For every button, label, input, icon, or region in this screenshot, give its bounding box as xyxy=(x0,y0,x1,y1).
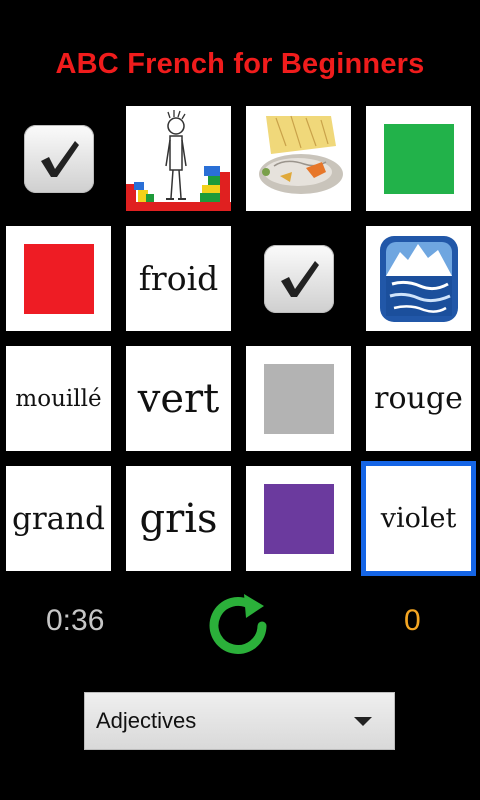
restart-button[interactable] xyxy=(208,592,272,656)
tile-word: gris xyxy=(139,495,218,542)
tile-word-mouille[interactable]: mouillé xyxy=(6,346,111,451)
tile-picture-tall[interactable] xyxy=(126,106,231,211)
refresh-icon xyxy=(209,594,267,654)
gray-swatch xyxy=(263,363,334,434)
checkmark-icon xyxy=(23,124,94,193)
stick-figure-with-blocks-icon xyxy=(126,110,231,211)
tile-word: froid xyxy=(138,259,219,298)
dropdown-arrow-icon xyxy=(354,716,372,726)
tile-word-vert[interactable]: vert xyxy=(126,346,231,451)
category-selected-label: Adjectives xyxy=(96,708,197,733)
tile-word: vert xyxy=(137,375,220,422)
tile-color-green[interactable] xyxy=(366,106,471,211)
category-dropdown[interactable]: Adjectives xyxy=(84,692,395,750)
red-swatch xyxy=(23,243,94,314)
tile-word-grand[interactable]: grand xyxy=(6,466,111,571)
tile-picture-cold[interactable] xyxy=(366,226,471,331)
card-grid: froid mouillé vert rouge grand gris viol… xyxy=(0,0,480,580)
tile-word-violet[interactable]: violet xyxy=(361,461,476,576)
tile-color-red[interactable] xyxy=(6,226,111,331)
purple-swatch xyxy=(263,483,334,554)
timer: 0:36 xyxy=(46,604,105,637)
score: 0 xyxy=(404,604,421,637)
tile-word-gris[interactable]: gris xyxy=(126,466,231,571)
tile-matched-2 xyxy=(246,226,351,331)
checkmark-icon xyxy=(263,244,334,313)
tile-word-froid[interactable]: froid xyxy=(126,226,231,331)
tile-color-gray[interactable] xyxy=(246,346,351,451)
tile-word: rouge xyxy=(374,381,463,416)
tile-color-purple[interactable] xyxy=(246,466,351,571)
tile-word: violet xyxy=(380,503,457,534)
tile-word: grand xyxy=(12,500,105,537)
tile-word: mouillé xyxy=(15,385,102,412)
tile-word-rouge[interactable]: rouge xyxy=(366,346,471,451)
tile-matched-1 xyxy=(6,106,111,211)
green-swatch xyxy=(383,123,454,194)
iceberg-icon xyxy=(380,236,458,322)
tile-picture-wet[interactable] xyxy=(246,106,351,211)
wet-puddle-icon xyxy=(246,106,351,211)
